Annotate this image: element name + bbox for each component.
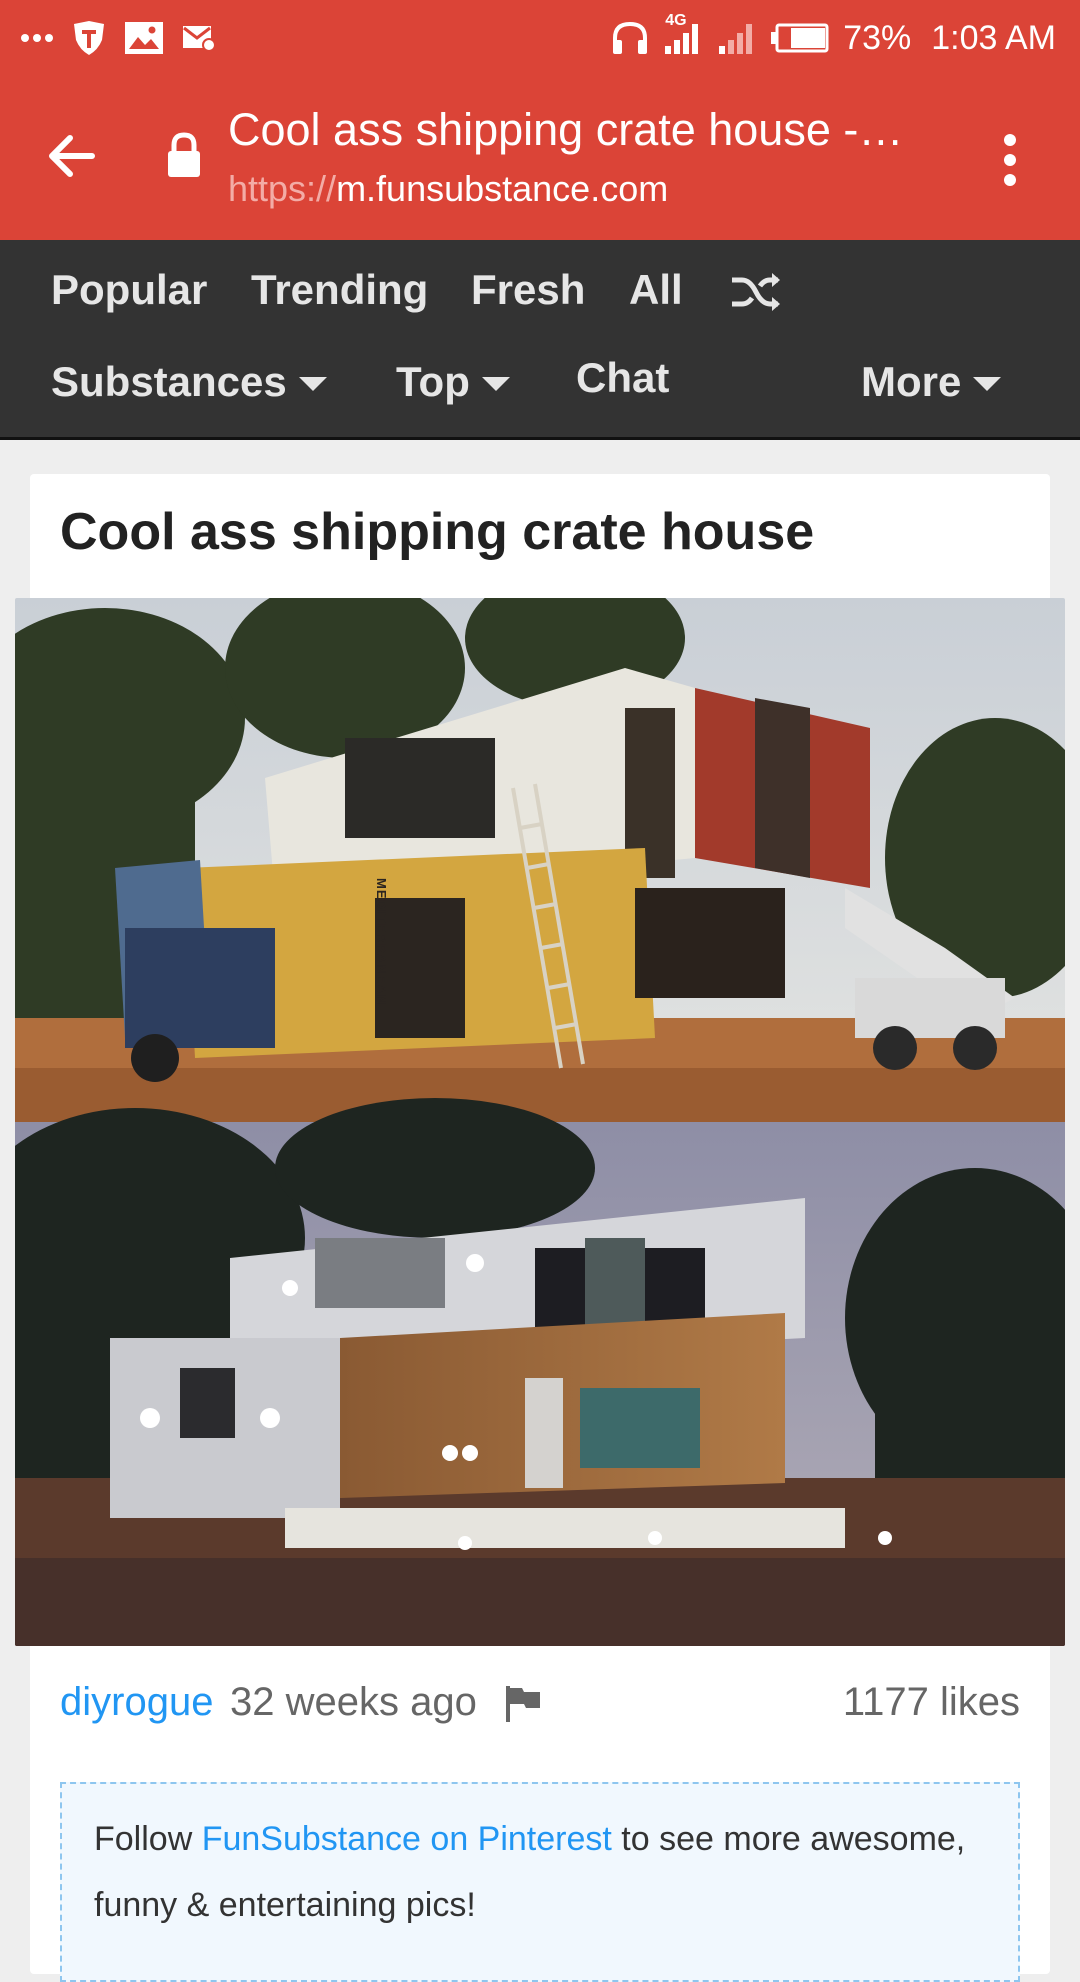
shuffle-icon: [732, 273, 780, 311]
url-scheme: https://: [228, 168, 337, 209]
flag-icon[interactable]: [502, 1684, 544, 1734]
pinterest-link[interactable]: FunSubstance on Pinterest: [202, 1820, 612, 1858]
random-button[interactable]: [730, 270, 782, 314]
site-nav: Popular Trending Fresh All Substances To…: [0, 240, 1080, 440]
nav-more-label: More: [861, 358, 962, 405]
nav-fresh[interactable]: Fresh: [471, 266, 585, 314]
nav-trending[interactable]: Trending: [251, 266, 428, 314]
nav-top-dropdown[interactable]: Top: [396, 358, 510, 406]
page-title-bar[interactable]: Cool ass shipping crate house -…: [228, 104, 928, 156]
image-icon: [124, 21, 164, 55]
network-type-label: 4G: [665, 12, 687, 29]
battery-percent: 73%: [843, 18, 912, 57]
caret-down-icon: [973, 377, 1002, 391]
url-bar[interactable]: https://m.funsubstance.com: [228, 168, 668, 210]
nav-substances-label: Substances: [51, 358, 287, 405]
caret-down-icon: [481, 377, 510, 391]
status-bar: 4G 73% 1:03 AM: [0, 0, 1080, 76]
more-vert-icon: [1004, 134, 1016, 186]
follow-prefix: Follow: [94, 1820, 202, 1858]
nav-top-label: Top: [396, 358, 470, 405]
nav-substances-dropdown[interactable]: Substances: [51, 358, 327, 406]
back-button[interactable]: [42, 126, 102, 186]
browser-toolbar: Cool ass shipping crate house -… https:/…: [0, 76, 1080, 240]
clock: 1:03 AM: [931, 18, 1056, 57]
mail-settings-icon: [182, 23, 216, 53]
post-time: 32 weeks ago: [230, 1680, 477, 1724]
post-meta: diyrogue 32 weeks ago 1177 likes: [60, 1680, 1020, 1740]
container-text: MEDITERRANEAN: [374, 878, 389, 1005]
lock-icon: [166, 132, 202, 183]
headphones-icon: [611, 20, 649, 56]
battery-icon: [771, 23, 829, 53]
nav-popular[interactable]: Popular: [51, 266, 207, 314]
url-host: m.funsubstance.com: [336, 168, 669, 209]
follow-promo: Follow FunSubstance on Pinterest to see …: [60, 1782, 1020, 1982]
nav-all[interactable]: All: [629, 266, 683, 314]
author-link[interactable]: diyrogue: [60, 1680, 213, 1725]
cell-signal-icon: [717, 20, 757, 56]
post-image[interactable]: MEDITERRANEAN: [15, 598, 1065, 1646]
more-notifications-icon: [20, 33, 54, 43]
post-title: Cool ass shipping crate house: [60, 503, 815, 561]
caret-down-icon: [298, 377, 327, 391]
cell-signal-4g-icon: 4G: [663, 12, 703, 56]
overflow-menu-button[interactable]: [990, 130, 1030, 190]
likes-count: 1177 likes: [842, 1680, 1020, 1724]
shield-icon: [72, 20, 106, 56]
nav-more-dropdown[interactable]: More: [861, 358, 1002, 406]
arrow-back-icon: [49, 135, 95, 177]
nav-chat[interactable]: Chat: [576, 354, 669, 402]
